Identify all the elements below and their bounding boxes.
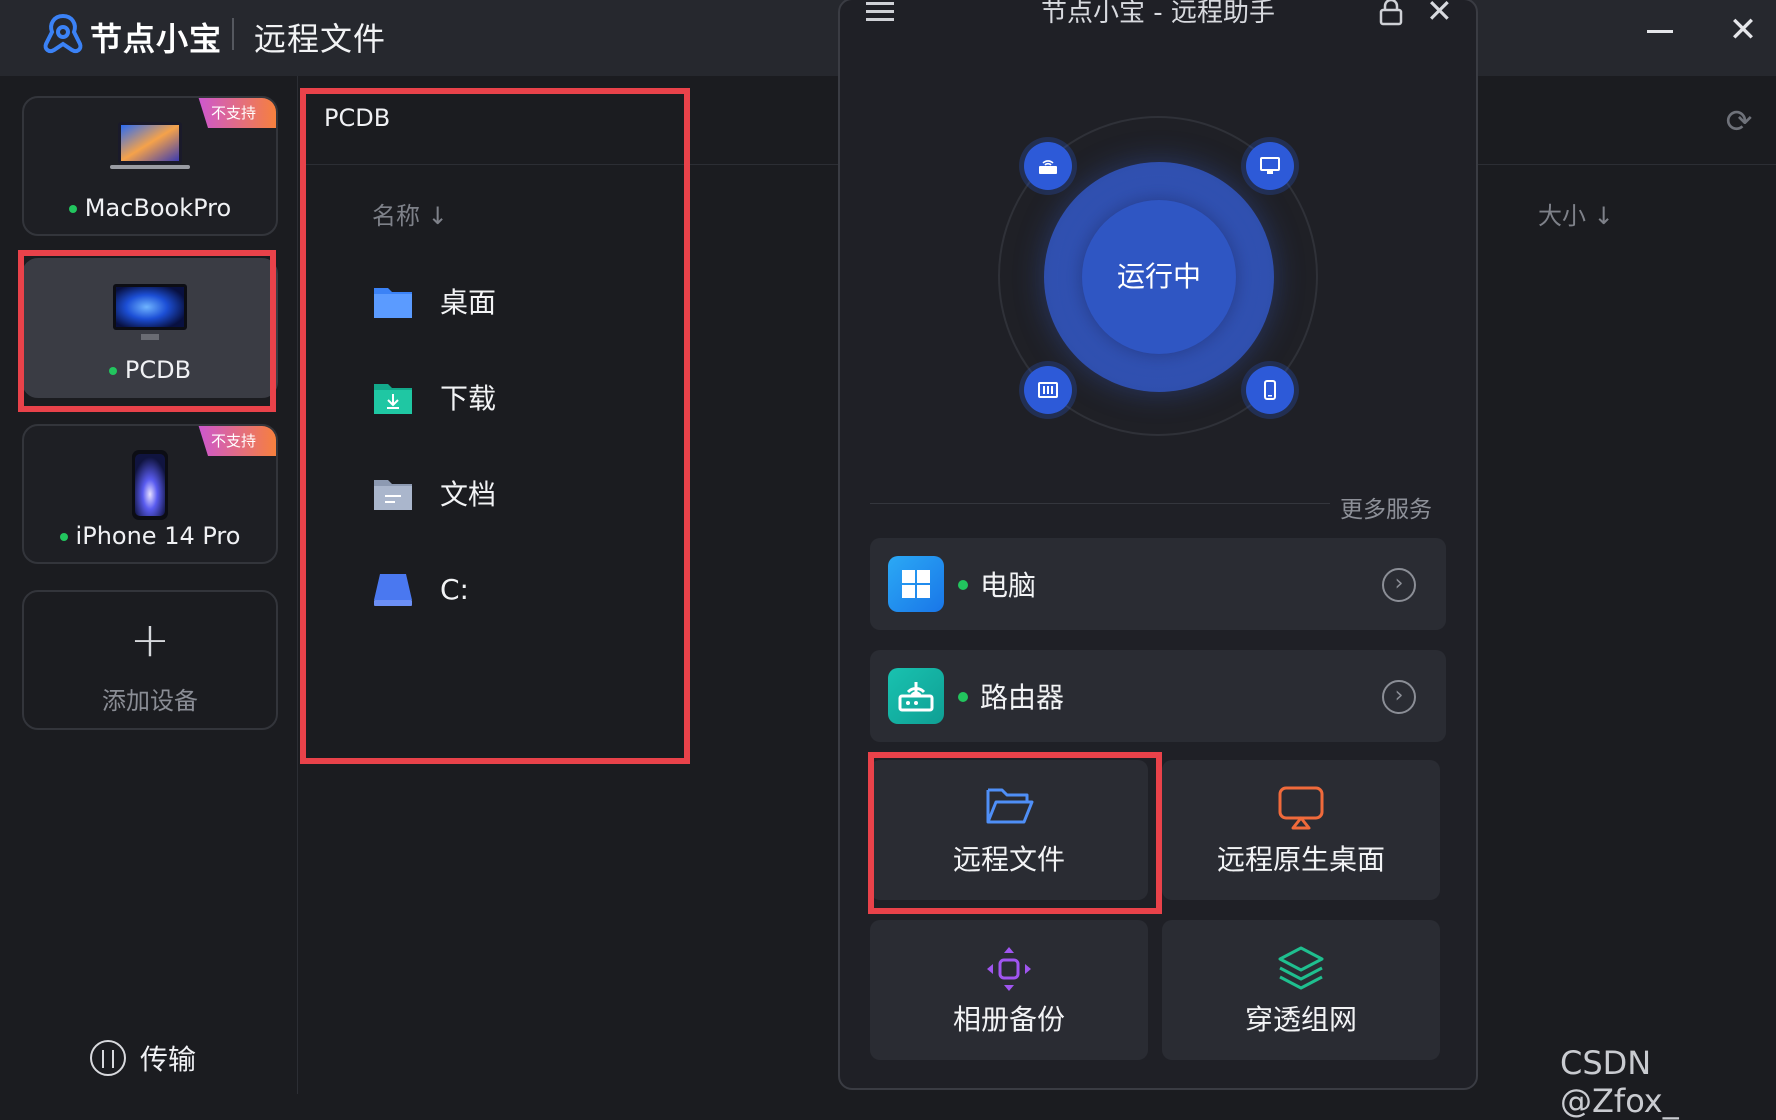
more-services-label[interactable]: 更多服务 (1340, 490, 1432, 524)
transfer-icon (90, 1040, 126, 1076)
service-row-router[interactable]: 路由器 › (870, 650, 1446, 742)
close-window-button[interactable]: ✕ (1727, 13, 1759, 47)
service-label: 路由器 (980, 681, 1065, 714)
column-header-name[interactable]: 名称 ↓ (372, 196, 448, 231)
refresh-icon[interactable]: ⟳ (1722, 104, 1756, 138)
device-name: iPhone 14 Pro (24, 522, 276, 550)
laptop-icon (110, 122, 190, 169)
column-header-size[interactable]: 大小 ↓ (1538, 196, 1614, 231)
transfer-button[interactable]: 传输 (90, 1038, 196, 1078)
tile-remote-desktop[interactable]: 远程原生桌面 (1162, 760, 1440, 900)
desktop-monitor-icon (113, 284, 187, 340)
tile-label: 远程原生桌面 (1216, 843, 1385, 876)
brand-name: 节点小宝 (90, 20, 223, 58)
tile-remote-files[interactable]: 远程文件 (870, 760, 1148, 900)
status-text: 运行中 (1116, 260, 1201, 293)
title-separator (232, 18, 234, 50)
windows-icon (888, 556, 944, 612)
file-row-documents[interactable]: 文档 (372, 468, 496, 518)
photo-backup-icon (987, 947, 1031, 991)
watermark-text: CSDN @Zfox_ (1560, 1044, 1679, 1120)
device-card-macbookpro[interactable]: 不支持 MacBookPro (22, 96, 278, 236)
disk-drive-icon (374, 574, 412, 606)
device-card-pcdb[interactable]: PCDB (22, 258, 278, 398)
tile-label: 远程文件 (952, 843, 1065, 876)
router-icon (888, 668, 944, 724)
tile-label: 相册备份 (952, 1003, 1065, 1036)
tile-photo-backup[interactable]: 相册备份 (870, 920, 1148, 1060)
device-name: PCDB (24, 356, 276, 384)
mobile-node-icon (1246, 366, 1294, 414)
chevron-right-icon[interactable]: › (1382, 680, 1416, 714)
folder-icon (374, 288, 412, 318)
documents-folder-icon (374, 480, 412, 510)
app-window: 节点小宝 远程文件 ✕ 不支持 MacBookPro PCDB 不支持 iPho… (0, 0, 1776, 1120)
assistant-window: 节点小宝 - 远程助手 ✕ 运行中 更多服务 电脑 › 路由器 › 远程文件 远… (838, 0, 1478, 1090)
unsupported-badge: 不支持 (198, 426, 276, 456)
add-device-button[interactable]: + 添加设备 (22, 590, 278, 730)
app-logo-icon (43, 13, 83, 54)
layers-icon (1278, 946, 1324, 990)
chevron-right-icon[interactable]: › (1382, 568, 1416, 602)
device-card-iphone[interactable]: 不支持 iPhone 14 Pro (22, 424, 278, 564)
unsupported-badge: 不支持 (198, 98, 276, 128)
service-row-computer[interactable]: 电脑 › (870, 538, 1446, 630)
section-divider (870, 503, 1330, 504)
download-folder-icon (374, 384, 412, 414)
file-row-c-drive[interactable]: C: (372, 564, 469, 614)
nas-node-icon (1024, 366, 1072, 414)
tile-network-penetration[interactable]: 穿透组网 (1162, 920, 1440, 1060)
folder-open-icon (986, 788, 1034, 824)
add-device-label: 添加设备 (102, 687, 198, 715)
device-name: MacBookPro (24, 194, 276, 222)
online-dot (958, 692, 968, 702)
online-dot (59, 533, 68, 541)
screen-cast-icon (1278, 786, 1324, 830)
online-dot (108, 367, 117, 375)
plus-icon: + (129, 612, 171, 668)
online-dot (958, 580, 968, 590)
lock-icon[interactable] (1378, 0, 1404, 26)
file-row-downloads[interactable]: 下载 (372, 372, 496, 422)
router-node-icon (1024, 142, 1072, 190)
phone-icon (132, 450, 168, 520)
service-label: 电脑 (980, 569, 1037, 602)
current-path: PCDB (324, 104, 391, 132)
online-dot (68, 205, 77, 213)
file-row-desktop[interactable]: 桌面 (372, 276, 496, 326)
transfer-label: 传输 (140, 1043, 197, 1076)
minimize-button[interactable] (1647, 30, 1673, 33)
window-title: 远程文件 (254, 20, 387, 58)
tile-label: 穿透组网 (1244, 1003, 1357, 1036)
close-icon[interactable]: ✕ (1426, 0, 1453, 30)
desktop-node-icon (1246, 142, 1294, 190)
